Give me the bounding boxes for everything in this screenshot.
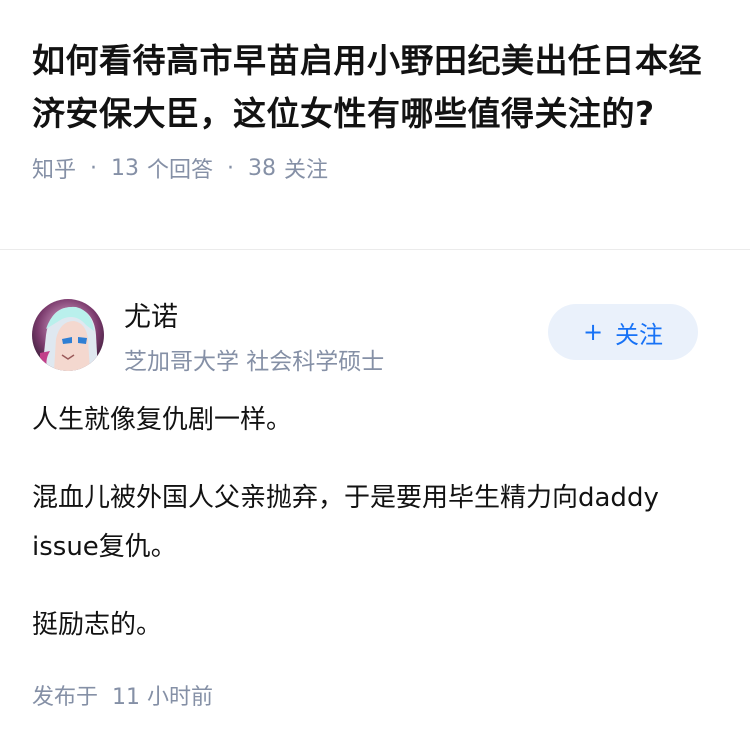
anime-avatar-icon [32, 299, 104, 371]
follow-count: 38 [248, 155, 277, 181]
author-description: 芝加哥大学 社会科学硕士 [124, 349, 385, 375]
question-title[interactable]: 如何看待高市早苗启用小野田纪美出任日本经济安保大臣，这位女性有哪些值得关注的? [32, 34, 718, 140]
question-meta: 知乎 · 13 个回答 · 38 关注 [32, 152, 718, 184]
answer-card: 尤诺 芝加哥大学 社会科学硕士 + 关注 人生就像复仇剧一样。 混血儿被外国人父… [0, 278, 750, 711]
author-row: 尤诺 芝加哥大学 社会科学硕士 + 关注 [32, 278, 718, 398]
answer-paragraph: 挺励志的。 [32, 610, 163, 640]
answer-meta: 发布于 11 小时前 [32, 679, 718, 711]
follow-count-label[interactable]: 关注 [284, 152, 328, 184]
question-header: 如何看待高市早苗启用小野田纪美出任日本经济安保大臣，这位女性有哪些值得关注的? … [0, 0, 750, 250]
author-avatar[interactable] [32, 299, 104, 371]
answer-paragraph: 混血儿被外国人父亲抛弃，于是要用毕生精力向daddy issue复仇。 [32, 483, 659, 562]
answer-count-label[interactable]: 个回答 [147, 152, 213, 184]
published-time: 11 小时前 [112, 685, 214, 710]
answer-content[interactable]: 人生就像复仇剧一样。 混血儿被外国人父亲抛弃，于是要用毕生精力向daddy is… [32, 396, 718, 650]
author-info: 尤诺 芝加哥大学 社会科学硕士 [124, 300, 384, 376]
separator-dot: · [90, 155, 98, 181]
answer-count: 13 [111, 155, 140, 181]
plus-icon: + [582, 318, 604, 346]
published-label: 发布于 [32, 685, 99, 710]
answer-paragraph: 人生就像复仇剧一样。 [32, 405, 293, 435]
follow-button[interactable]: + 关注 [548, 304, 698, 360]
follow-button-label: 关注 [615, 320, 664, 349]
separator-dot: · [227, 155, 235, 181]
author-name[interactable]: 尤诺 [124, 300, 384, 336]
source-label[interactable]: 知乎 [32, 152, 76, 184]
